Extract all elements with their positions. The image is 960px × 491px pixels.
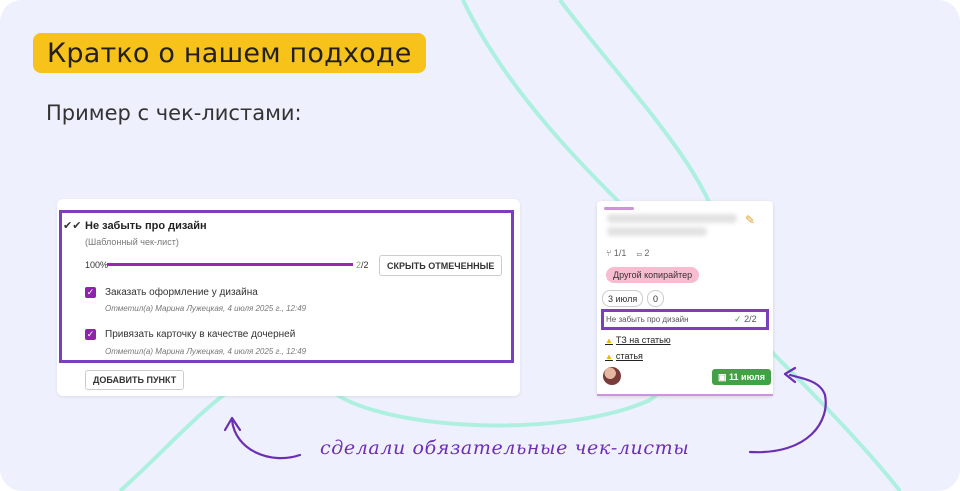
handwritten-caption: сделали обязательные чек-листы	[320, 437, 690, 459]
slide: Кратко о нашем подходе Пример с чек-лист…	[0, 0, 960, 491]
hand-arrows	[223, 366, 827, 460]
